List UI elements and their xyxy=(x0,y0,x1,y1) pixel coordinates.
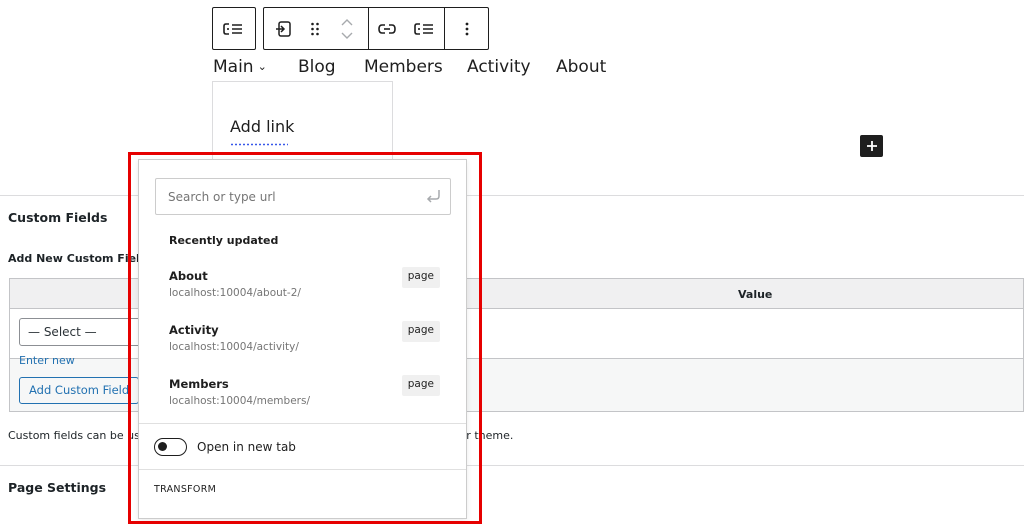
add-submenu-icon xyxy=(414,22,434,35)
nav-item-label: About xyxy=(556,57,607,77)
move-up-down-buttons[interactable] xyxy=(326,8,368,49)
nav-item-label: Members xyxy=(364,57,443,77)
enter-new-link[interactable]: Enter new xyxy=(19,354,75,367)
nav-item-blog[interactable]: Blog xyxy=(298,57,336,77)
options-button[interactable] xyxy=(445,8,488,49)
page-settings-title[interactable]: Page Settings xyxy=(8,480,106,495)
nav-item-about[interactable]: About xyxy=(556,57,606,77)
nav-item-label: Main xyxy=(213,57,254,77)
drag-handle-icon xyxy=(310,22,319,35)
add-submenu-button[interactable] xyxy=(406,8,444,49)
submenu-block-button[interactable] xyxy=(264,8,304,49)
nav-item-activity[interactable]: Activity xyxy=(467,57,531,77)
spellcheck-underline xyxy=(230,143,288,146)
chevron-up-icon[interactable] xyxy=(341,18,353,26)
link-button[interactable] xyxy=(369,8,407,49)
more-vertical-icon xyxy=(465,22,469,35)
add-custom-field-button[interactable]: Add Custom Field xyxy=(19,377,140,404)
link-icon xyxy=(378,23,397,34)
submenu-icon xyxy=(275,20,291,37)
custom-fields-title[interactable]: Custom Fields xyxy=(8,210,107,225)
block-toolbar-parent xyxy=(212,7,256,50)
chevron-down-icon: ⌄ xyxy=(257,60,267,73)
nav-item-members[interactable]: Members xyxy=(364,57,443,77)
nav-item-label: Activity xyxy=(467,57,531,77)
nav-item-main[interactable]: Main ⌄ xyxy=(213,57,267,77)
value-column-header: Value xyxy=(738,288,773,301)
select-parent-button[interactable] xyxy=(213,8,255,49)
submenu-add-link[interactable]: Add link xyxy=(230,117,294,136)
drag-handle[interactable] xyxy=(304,8,326,49)
highlight-box xyxy=(128,152,482,524)
navigation-block-icon xyxy=(223,22,242,35)
nav-item-label: Blog xyxy=(298,57,336,77)
block-toolbar-main xyxy=(263,7,489,50)
block-inserter-button[interactable] xyxy=(860,135,883,157)
chevron-down-icon[interactable] xyxy=(341,32,353,39)
plus-icon xyxy=(866,141,877,151)
